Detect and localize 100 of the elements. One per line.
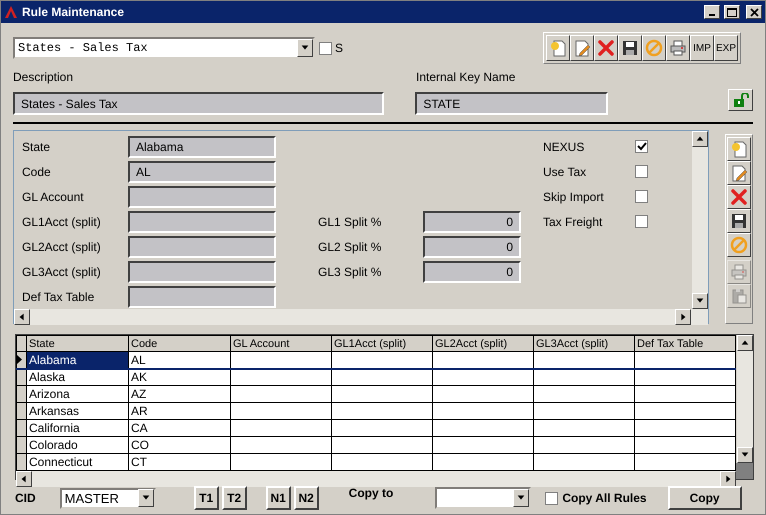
table-cell: AR [128,402,230,420]
input-field[interactable] [128,260,276,282]
vertical-scrollbar[interactable] [736,335,753,463]
window-title: Rule Maintenance [22,5,126,19]
field-label: Def Tax Table [22,290,96,304]
printer-icon [669,39,687,57]
edit-document-icon [573,39,591,57]
table-cell: CA [128,420,230,436]
delete-icon [597,39,615,57]
internal-key-field[interactable]: STATE [415,92,608,115]
toolbar-button[interactable] [666,35,690,61]
cid-dropdown[interactable]: MASTER [60,488,156,508]
column-header[interactable]: GL1Acct (split) [332,336,432,352]
toolbar-button[interactable] [727,161,751,185]
action-button[interactable]: N2 [294,486,319,510]
minimize-button[interactable] [704,5,720,19]
horizontal-scrollbar[interactable] [16,471,736,487]
table-cell: Connecticut [26,454,128,470]
field-label: Internal Key Name [416,70,516,84]
table-cell: California [26,420,128,436]
input-field[interactable] [128,210,276,232]
toolbar-button[interactable]: IMP [690,35,714,61]
checkbox[interactable] [635,190,648,203]
field-label: GL Account [22,190,85,204]
field-label: CID [15,491,36,505]
close-button[interactable] [746,5,762,19]
field-label: GL1 Split % [318,214,382,228]
action-button[interactable]: N1 [266,486,291,510]
input-field[interactable]: 0 [423,236,521,258]
field-label: GL3 Split % [318,264,382,278]
toolbar-button[interactable] [727,233,751,257]
input-field[interactable]: 0 [423,260,521,282]
toolbar-button[interactable] [570,35,594,61]
checkbox-label: NEXUS [543,140,586,154]
close-icon [750,8,758,16]
toolbar-button[interactable] [546,35,570,61]
save-icon [730,212,748,230]
clipboard-icon [730,287,748,305]
rule-dropdown[interactable]: States - Sales Tax [13,37,315,59]
field-label: GL2Acct (split) [22,240,102,254]
table-cell: CO [128,436,230,454]
field-label: Copy to [348,486,394,500]
vertical-scrollbar[interactable] [691,131,708,309]
field-value: AL [136,164,151,178]
field-label: Code [22,164,52,178]
input-field[interactable] [128,236,276,258]
input-field[interactable]: AL [128,160,276,182]
app-logo-icon [4,5,18,19]
input-field[interactable]: Alabama [128,136,276,158]
copy-button[interactable]: Copy [668,486,742,510]
column-header[interactable]: Def Tax Table [634,336,736,352]
cancel-icon [645,39,663,57]
toolbar-button[interactable] [618,35,642,61]
checkbox-label: Skip Import [543,190,605,204]
s-checkbox[interactable] [319,42,332,54]
field-label: State [22,140,52,154]
checkbox-label: Use Tax [543,164,588,178]
field-label: Description [13,70,74,84]
new-document-icon [730,140,748,158]
copy-to-dropdown[interactable] [435,487,532,509]
column-header[interactable]: GL Account [230,336,332,352]
checkbox-label: S [335,41,344,55]
toolbar-button[interactable] [642,35,666,61]
maximize-icon [727,8,737,16]
column-header[interactable]: Code [128,336,230,352]
maximize-button[interactable] [724,5,740,19]
toolbar-button[interactable] [727,209,751,233]
table-cell: Arkansas [26,402,128,420]
save-icon [621,39,639,57]
toolbar-button[interactable] [727,185,751,209]
checkbox[interactable] [635,215,648,228]
table-cell: Colorado [26,436,128,454]
table-cell: AZ [128,386,230,402]
field-label: GL2 Split % [318,240,382,254]
horizontal-scrollbar[interactable] [14,309,708,325]
checkbox-label: Tax Freight [543,214,604,228]
description-field[interactable]: States - Sales Tax [13,92,384,115]
checkbox[interactable] [635,140,648,153]
input-field[interactable] [128,186,276,208]
toolbar-button[interactable] [727,137,751,161]
table-cell: Arizona [26,386,128,402]
toolbar-button[interactable] [594,35,618,61]
checkbox[interactable] [545,492,558,504]
column-header[interactable]: GL3Acct (split) [534,336,634,352]
row-indicator-icon [17,354,23,364]
column-header[interactable]: GL2Acct (split) [432,336,534,352]
action-button[interactable]: T2 [222,486,247,510]
lock-button[interactable] [728,88,753,110]
input-field[interactable]: 0 [423,210,521,232]
column-header[interactable]: State [26,336,128,352]
field-label: GL1Acct (split) [22,214,102,228]
input-field[interactable] [128,286,276,308]
edit-document-icon [730,164,748,182]
table-cell: Alabama [26,352,128,368]
action-button[interactable]: T1 [194,486,219,510]
toolbar-button[interactable]: EXP [714,35,738,61]
field-label: GL3Acct (split) [22,264,102,278]
table-cell: AL [128,352,230,368]
checkbox[interactable] [635,165,648,178]
table-cell: CT [128,454,230,470]
